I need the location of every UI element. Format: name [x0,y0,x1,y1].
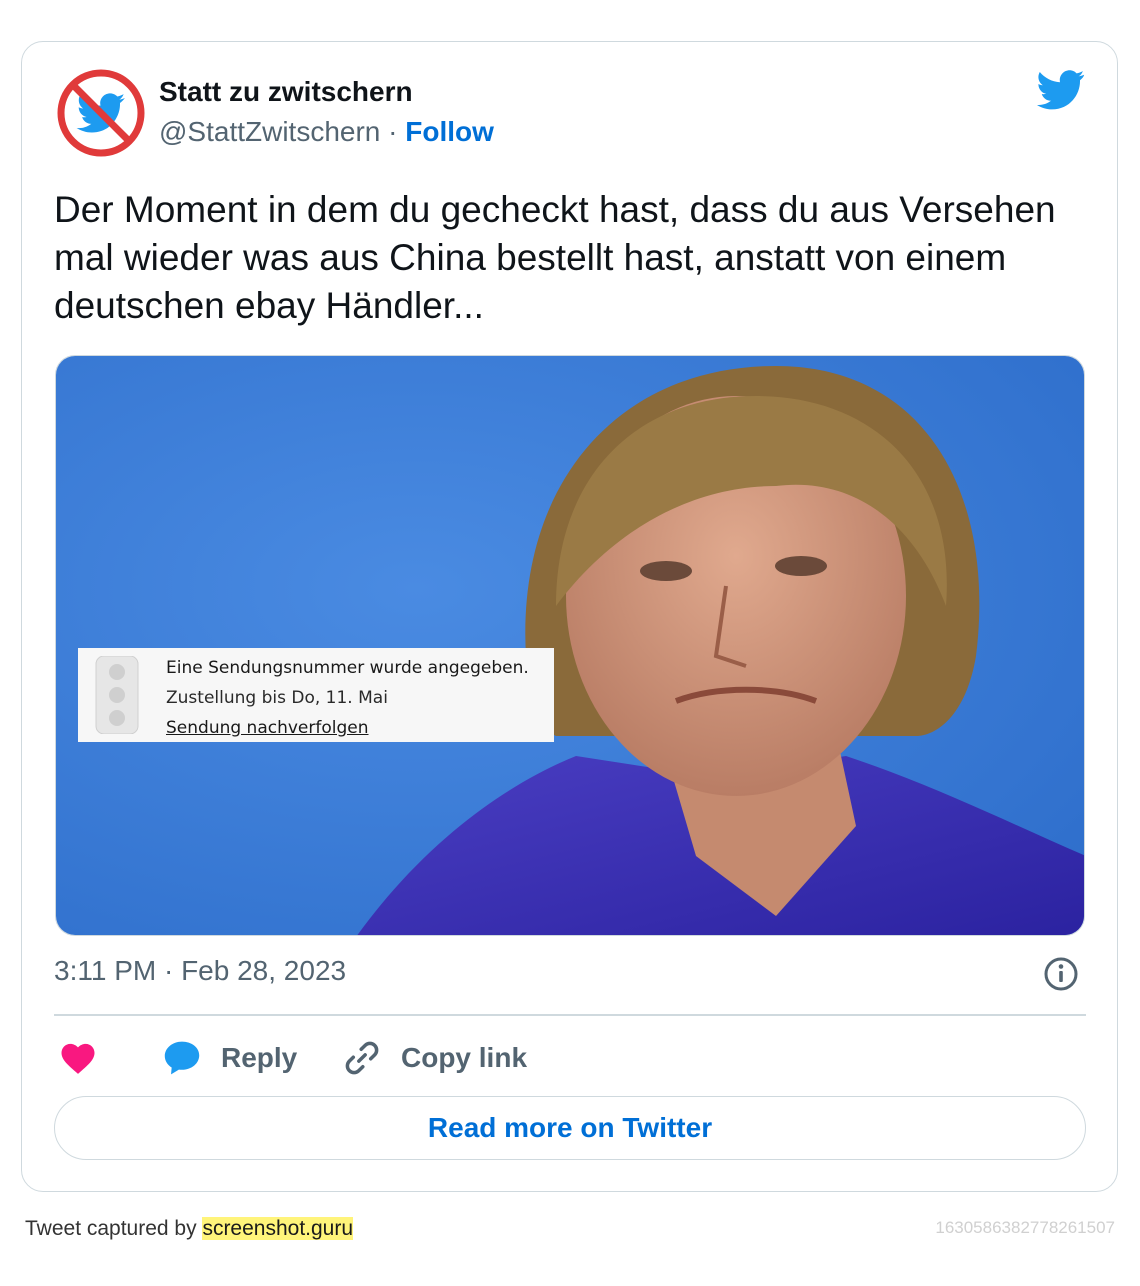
handle-separator: · [388,116,398,147]
tweet-id: 1630586382778261507 [935,1218,1115,1237]
follow-button[interactable]: Follow [405,116,494,147]
ebay-line-track-link: Sendung nachverfolgen [166,718,369,738]
capture-footer: Tweet captured by screenshot.guru [25,1217,354,1241]
tweet-media[interactable]: Eine Sendungsnummer wurde angegeben. Zus… [55,355,1085,936]
power-strip-icon [95,656,139,734]
ebay-line-delivery: Zustellung bis Do, 11. Mai [166,688,388,708]
footer-prefix: Tweet captured by [25,1217,203,1240]
ebay-line-tracking: Eine Sendungsnummer wurde angegeben. [166,658,529,678]
avatar[interactable] [55,67,147,159]
screenshot-guru-link[interactable]: screenshot.guru [202,1217,354,1240]
ebay-shipping-notice: Eine Sendungsnummer wurde angegeben. Zus… [78,648,554,742]
heart-icon [61,1043,95,1074]
author-handle[interactable]: @StattZwitschern [159,116,380,147]
copy-link-button[interactable]: Copy link [343,1036,527,1080]
tweet-text: Der Moment in dem du gecheckt hast, dass… [54,189,1056,326]
info-icon[interactable] [1043,956,1079,992]
read-more-button[interactable]: Read more on Twitter [54,1096,1086,1160]
author-handle-row: @StattZwitschern · Follow [159,116,494,148]
reply-bubble-icon [164,1041,200,1075]
tweet-timestamp[interactable]: 3:11 PM · Feb 28, 2023 [54,955,346,987]
link-icon [345,1041,379,1075]
reply-label: Reply [221,1042,298,1073]
media-photo [56,356,1084,935]
copy-link-label: Copy link [401,1042,528,1073]
author-name[interactable]: Statt zu zwitschern [159,76,413,108]
actions-divider [54,1014,1086,1016]
twitter-logo-icon[interactable] [1037,70,1085,110]
like-button[interactable] [60,1036,96,1080]
reply-button[interactable]: Reply [163,1036,297,1080]
